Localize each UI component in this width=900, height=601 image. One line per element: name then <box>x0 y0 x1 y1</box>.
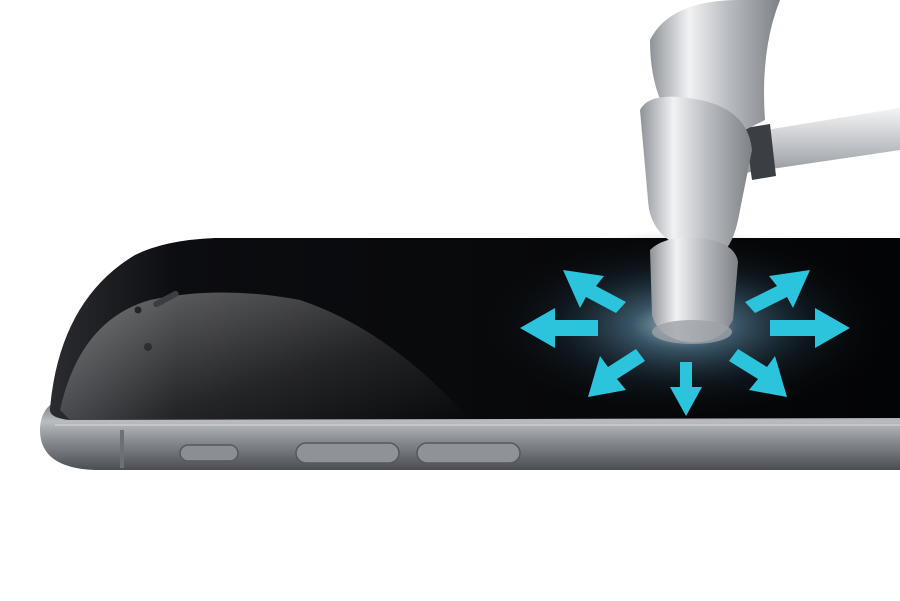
sensor-icon <box>144 343 152 351</box>
product-photo <box>0 0 900 601</box>
volume-down-button-icon <box>416 442 521 464</box>
phone <box>40 230 900 470</box>
product-illustration <box>40 0 900 470</box>
volume-up-button-icon <box>295 442 400 464</box>
front-camera-icon <box>134 306 142 314</box>
mute-switch-icon <box>179 444 239 462</box>
antenna-band <box>120 430 124 468</box>
